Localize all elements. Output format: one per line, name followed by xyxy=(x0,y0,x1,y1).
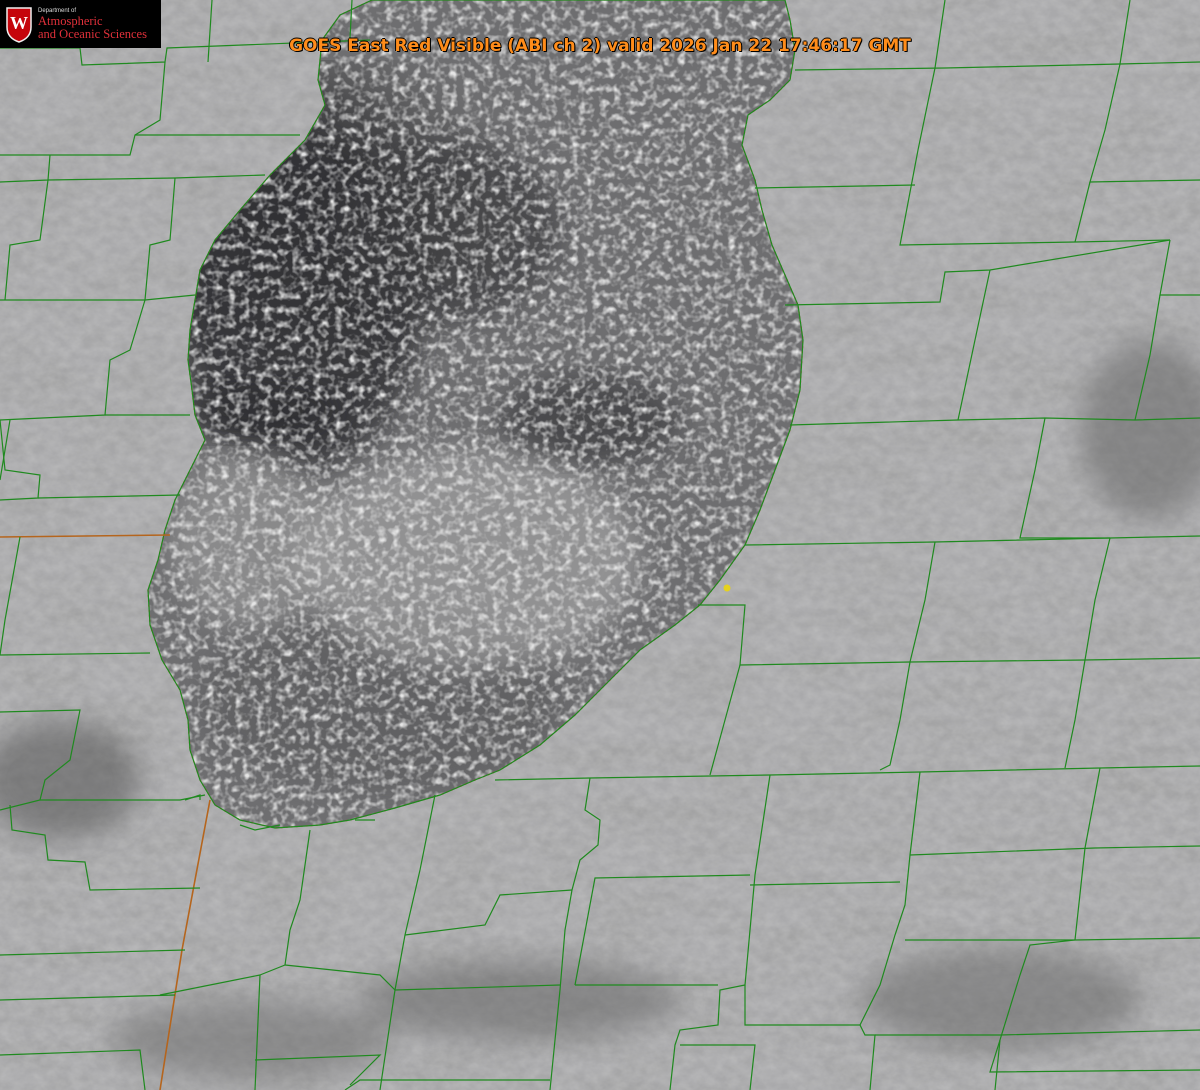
title-text: GOES East Red Visible (ABI ch 2) valid 2… xyxy=(289,36,911,56)
location-marker xyxy=(723,584,731,592)
image-title: GOES East Red Visible (ABI ch 2) valid 2… xyxy=(0,36,1200,56)
satellite-map[interactable] xyxy=(0,0,1200,1090)
crest-letter: W xyxy=(10,13,28,33)
logo-name-line-1: Atmospheric xyxy=(38,14,103,28)
